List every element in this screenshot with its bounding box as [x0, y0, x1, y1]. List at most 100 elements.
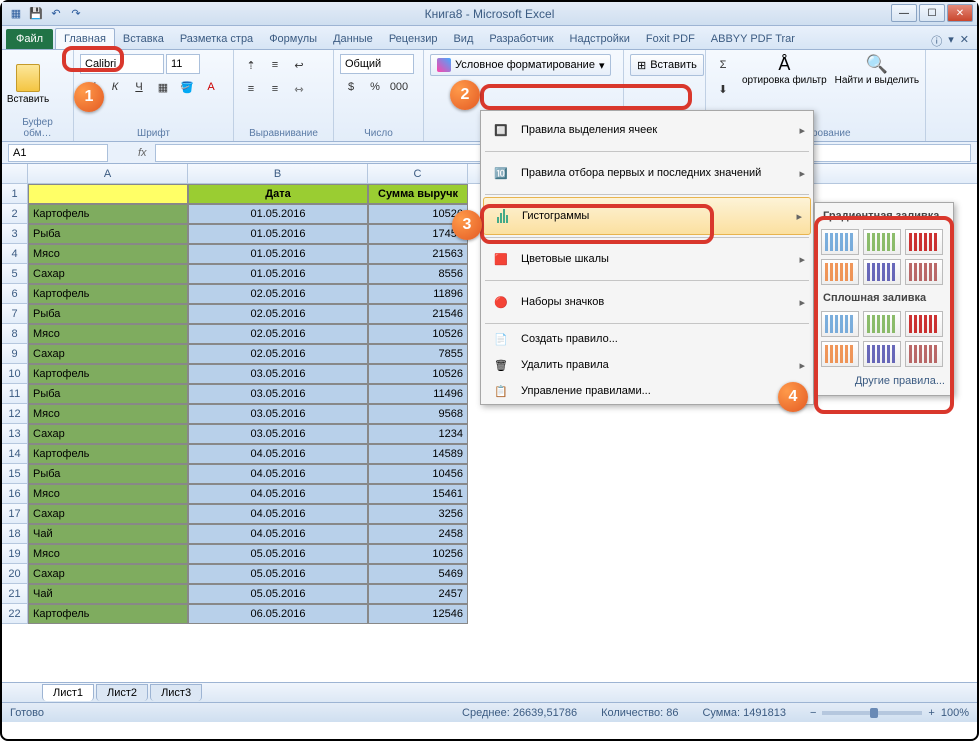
cell[interactable]: Рыба [28, 384, 188, 404]
cell[interactable]: Дата [188, 184, 368, 204]
databar-red-solid[interactable] [905, 311, 943, 337]
row-header[interactable]: 7 [2, 304, 28, 324]
minimize-ribbon-icon[interactable]: ▾ [948, 33, 954, 49]
cell[interactable]: 10256 [368, 544, 468, 564]
tab-review[interactable]: Рецензир [381, 29, 446, 49]
cell[interactable]: 05.05.2016 [188, 584, 368, 604]
cell[interactable]: Картофель [28, 204, 188, 224]
cell[interactable]: 3256 [368, 504, 468, 524]
save-icon[interactable]: 💾 [28, 6, 44, 22]
autosum-button[interactable]: Σ [712, 54, 734, 76]
cell[interactable]: Чай [28, 524, 188, 544]
sheet-tab-2[interactable]: Лист2 [96, 684, 148, 701]
cell[interactable]: 02.05.2016 [188, 284, 368, 304]
row-header[interactable]: 21 [2, 584, 28, 604]
row-header[interactable]: 18 [2, 524, 28, 544]
row-header[interactable]: 8 [2, 324, 28, 344]
cell[interactable]: Мясо [28, 484, 188, 504]
cell[interactable]: Сахар [28, 344, 188, 364]
row-header[interactable]: 22 [2, 604, 28, 624]
cell[interactable]: Картофель [28, 364, 188, 384]
cell[interactable]: Мясо [28, 404, 188, 424]
sort-filter-icon[interactable]: Å [778, 54, 790, 75]
row-header[interactable]: 1 [2, 184, 28, 204]
cell[interactable]: Рыба [28, 464, 188, 484]
underline-button[interactable]: Ч [128, 76, 150, 98]
font-size-select[interactable] [166, 54, 200, 74]
row-header[interactable]: 4 [2, 244, 28, 264]
tab-foxit[interactable]: Foxit PDF [638, 29, 703, 49]
databar-purple-solid[interactable] [905, 341, 943, 367]
menu-icon-sets[interactable]: 🔴 Наборы значков [481, 283, 813, 321]
italic-button[interactable]: К [104, 76, 126, 98]
cell[interactable]: 12546 [368, 604, 468, 624]
row-header[interactable]: 3 [2, 224, 28, 244]
cell[interactable]: 03.05.2016 [188, 384, 368, 404]
cell[interactable]: 04.05.2016 [188, 464, 368, 484]
cell[interactable]: Картофель [28, 284, 188, 304]
align-left-button[interactable]: ≡ [240, 78, 262, 100]
minimize-button[interactable]: — [891, 4, 917, 22]
databar-green-solid[interactable] [863, 311, 901, 337]
row-header[interactable]: 13 [2, 424, 28, 444]
cell[interactable]: 8556 [368, 264, 468, 284]
cell[interactable]: Сумма выручк [368, 184, 468, 204]
cell[interactable]: 03.05.2016 [188, 424, 368, 444]
tab-view[interactable]: Вид [445, 29, 481, 49]
databar-blue-solid[interactable] [821, 311, 859, 337]
cell[interactable]: Рыба [28, 304, 188, 324]
cell[interactable]: Рыба [28, 224, 188, 244]
tab-abbyy[interactable]: ABBYY PDF Trar [703, 29, 803, 49]
cell[interactable]: 11496 [368, 384, 468, 404]
cell[interactable]: 2458 [368, 524, 468, 544]
sheet-tab-1[interactable]: Лист1 [42, 684, 94, 701]
cell[interactable]: 05.05.2016 [188, 544, 368, 564]
fill-color-button[interactable]: 🪣 [176, 76, 198, 98]
tab-home[interactable]: Главная [55, 28, 115, 49]
cell[interactable]: 1234 [368, 424, 468, 444]
tab-layout[interactable]: Разметка стра [172, 29, 261, 49]
menu-new-rule[interactable]: 📄 Создать правило... [481, 326, 813, 352]
databar-lightblue-gradient[interactable] [863, 259, 901, 285]
row-header[interactable]: 14 [2, 444, 28, 464]
col-header-a[interactable]: A [28, 164, 188, 183]
cell[interactable]: 10526 [368, 324, 468, 344]
col-header-b[interactable]: B [188, 164, 368, 183]
cell[interactable]: 01.05.2016 [188, 224, 368, 244]
databar-green-gradient[interactable] [863, 229, 901, 255]
zoom-out-button[interactable]: − [810, 707, 816, 719]
cell[interactable]: 01.05.2016 [188, 204, 368, 224]
zoom-in-button[interactable]: + [928, 707, 934, 719]
row-header[interactable]: 19 [2, 544, 28, 564]
tab-addins[interactable]: Надстройки [562, 29, 638, 49]
databar-lightblue-solid[interactable] [863, 341, 901, 367]
cell[interactable]: 14589 [368, 444, 468, 464]
cell[interactable]: Сахар [28, 564, 188, 584]
cell[interactable]: Сахар [28, 424, 188, 444]
cell[interactable]: 06.05.2016 [188, 604, 368, 624]
row-header[interactable]: 16 [2, 484, 28, 504]
paste-button[interactable]: Вставить [8, 54, 48, 114]
conditional-formatting-button[interactable]: Условное форматирование ▾ [430, 54, 611, 76]
menu-clear-rules[interactable]: 🗑 Удалить правила [481, 352, 813, 378]
tab-insert[interactable]: Вставка [115, 29, 172, 49]
font-name-select[interactable] [80, 54, 164, 74]
row-header[interactable]: 20 [2, 564, 28, 584]
row-header[interactable]: 10 [2, 364, 28, 384]
cell[interactable]: Мясо [28, 544, 188, 564]
name-box[interactable]: A1 [8, 144, 108, 162]
percent-button[interactable]: % [364, 76, 386, 98]
cell[interactable]: 04.05.2016 [188, 484, 368, 504]
cell[interactable]: 15461 [368, 484, 468, 504]
cell[interactable]: 21563 [368, 244, 468, 264]
cell[interactable]: Картофель [28, 444, 188, 464]
row-header[interactable]: 11 [2, 384, 28, 404]
font-color-button[interactable]: A [200, 76, 222, 98]
row-header[interactable]: 15 [2, 464, 28, 484]
tab-formulas[interactable]: Формулы [261, 29, 325, 49]
row-header[interactable]: 2 [2, 204, 28, 224]
currency-button[interactable]: $ [340, 76, 362, 98]
cell[interactable]: 05.05.2016 [188, 564, 368, 584]
merge-button[interactable]: ⇿ [288, 78, 310, 100]
undo-icon[interactable]: ↶ [48, 6, 64, 22]
